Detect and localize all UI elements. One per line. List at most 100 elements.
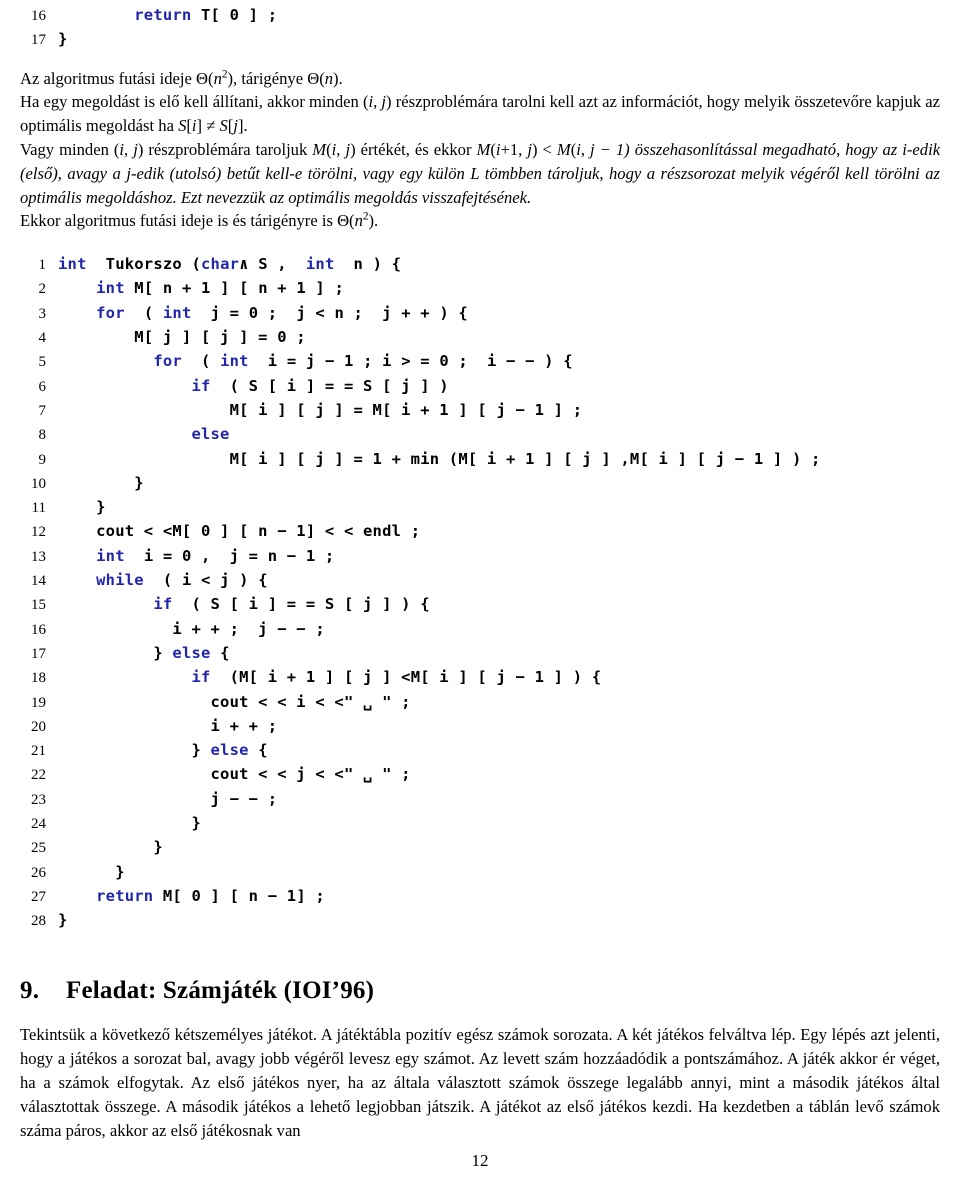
code-line-number: 16 [31,621,46,638]
code-line: 19 cout < < i < <" ␣ " ; [20,691,940,715]
code-keyword: int [96,546,125,565]
code-token: } [191,741,211,760]
code-keyword: if [191,376,211,395]
code-line: 13 int i = 0 , j = n − 1 ; [20,545,940,569]
code-line: 7 M[ i ] [ j ] = M[ i + 1 ] [ j − 1 ] ; [20,399,940,423]
code-line-number: 27 [31,888,46,905]
code-line: 12 cout < <M[ 0 ] [ n − 1] < < endl ; [20,520,940,544]
code-line-number: 7 [38,402,47,419]
code-line-number: 18 [31,670,46,687]
code-line: 4 M[ j ] [ j ] = 0 ; [20,326,940,350]
code-token: ( S [ i ] = = S [ j ] ) [210,376,449,395]
section-number: 9. [20,977,40,1005]
code-line-number: 15 [31,597,46,614]
code-line: 3 for ( int j = 0 ; j < n ; j + + ) { [20,302,940,326]
code-keyword: int [162,303,192,322]
paragraph-para-complexity-2: Ekkor algoritmus futási ideje is és tári… [20,210,379,231]
code-line: 6 if ( S [ i ] = = S [ j ] ) [20,375,940,399]
code-line-text: i + + ; [58,715,278,738]
code-line-text: } else { [58,642,230,665]
code-line-text: if ( S [ i ] = = S [ j ] ) { [58,593,430,616]
paragraph-para-solution-construction: Ha egy megoldást is elő kell állítani, a… [20,92,940,136]
code-line: 2 int M[ n + 1 ] [ n + 1 ] ; [20,277,940,301]
code-line-text: cout < < i < <" ␣ " ; [58,691,411,714]
code-line: 1 int Tukorszo (char∧ S , int n ) { [20,253,940,277]
code-line: 28} [20,909,940,933]
code-token: (M[ i + 1 ] [ j ] <M[ i ] [ j − 1 ] ) { [210,668,602,687]
code-keyword: for [96,303,125,322]
code-line-number: 23 [31,791,46,808]
code-token: M[ n + 1 ] [ n + 1 ] ; [124,279,344,298]
code-token: ∧ S , [239,255,306,274]
code-line: 11 } [20,496,940,520]
paragraph-numbers-game: Tekintsük a következő kétszemélyes játék… [20,1025,940,1140]
code-token: } [153,643,173,662]
code-token: ( [124,303,163,322]
code-line: 16 i + + ; j − − ; [20,618,940,642]
code-token: i = j − 1 ; i > = 0 ; i − − ) { [248,352,573,371]
code-token: } [96,498,106,517]
code-line-number: 5 [38,354,47,371]
document-page: 16 return T[ 0 ] ; 17} Az algoritmus futá… [0,0,960,1185]
code-token: j = 0 ; j < n ; j + + ) { [191,303,468,322]
code-line: 15 if ( S [ i ] = = S [ j ] ) { [20,593,940,617]
code-line-text: M[ i ] [ j ] = M[ i + 1 ] [ j − 1 ] ; [58,399,582,422]
code-keyword: if [191,668,211,687]
paragraph-para-complexity: Az algoritmus futási ideje Θ(n2), tárigé… [20,68,343,88]
code-line-text: if ( S [ i ] = = S [ j ] ) [58,375,449,398]
code-line-number: 12 [31,524,46,541]
code-line-text: } [58,812,201,835]
code-line-text: int i = 0 , j = n − 1 ; [58,545,334,568]
code-keyword: return [134,6,192,24]
code-keyword: if [153,595,173,614]
code-line-text: } [58,909,68,932]
code-line-text: } [58,861,125,884]
code-line: 26 } [20,861,940,885]
code-token: cout < < j < <" ␣ " ; [210,765,411,784]
code-token: } [134,473,144,492]
code-token: ( S [ i ] = = S [ j ] ) { [172,595,430,614]
code-line-text: i + + ; j − − ; [58,618,325,641]
code-keyword: else [172,643,211,662]
code-token: M[ i ] [ j ] = 1 + min (M[ i + 1 ] [ j ]… [229,449,821,468]
code-token: T[ 0 ] ; [191,6,278,24]
code-token: i = 0 , j = n − 1 ; [124,546,335,565]
code-token: } [191,814,201,832]
code-line-text: M[ i ] [ j ] = 1 + min (M[ i + 1 ] [ j ]… [58,448,821,471]
code-line-text: int M[ n + 1 ] [ n + 1 ] ; [58,277,344,300]
code-line-number: 19 [31,694,46,711]
code-keyword: int [220,352,249,371]
code-line: 10 } [20,472,940,496]
code-line: 9 M[ i ] [ j ] = 1 + min (M[ i + 1 ] [ j… [20,448,940,472]
code-line-text: } [58,28,68,51]
code-line-text: } [58,472,144,495]
code-line-text: j − − ; [58,788,278,811]
code-token: M[ 0 ] [ n − 1] ; [153,886,325,905]
code-keyword: int [305,255,335,274]
code-line-text: cout < < j < <" ␣ " ; [58,763,411,786]
paragraph-para-backtrack: Vagy minden (i, j) részproblémára tarolj… [20,139,941,207]
code-line: 23 j − − ; [20,788,940,812]
page-number: 12 [471,1151,489,1170]
code-line-number: 21 [31,743,46,760]
code-token: } [58,30,68,49]
code-line-number: 8 [38,427,47,444]
code-line-number: 25 [31,840,46,857]
code-line-number: 13 [31,548,46,565]
code-token: cout < <M[ 0 ] [ n − 1] < < endl ; [96,522,421,541]
code-line: 18 if (M[ i + 1 ] [ j ] <M[ i ] [ j − 1 … [20,666,940,690]
code-keyword: else [191,425,230,444]
